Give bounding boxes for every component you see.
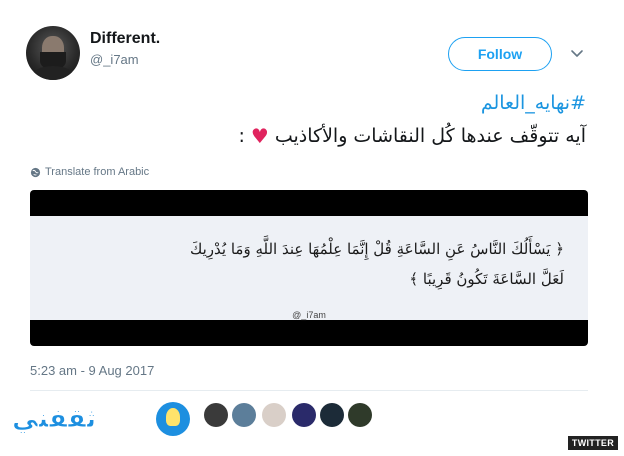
liker-avatar[interactable] <box>292 403 316 427</box>
lightbulb-glow <box>166 408 180 426</box>
hashtag-link[interactable]: #نهايه_العالم <box>481 92 586 114</box>
avatar[interactable] <box>26 26 80 80</box>
liker-avatar[interactable] <box>262 403 286 427</box>
avatar-body <box>32 66 74 80</box>
tweet-timestamp[interactable]: 5:23 am - 9 Aug 2017 <box>30 363 154 378</box>
source-badge: TWITTER <box>567 436 618 450</box>
liker-avatar[interactable] <box>204 403 228 427</box>
display-name[interactable]: Different. <box>90 30 160 48</box>
image-watermark: @_i7am <box>292 310 326 320</box>
tweet-text-trailing: : <box>238 125 245 147</box>
translate-label: Translate from Arabic <box>45 166 150 178</box>
translate-link[interactable]: Translate from Arabic <box>30 166 149 178</box>
site-logo-text: ثقفني <box>11 404 97 435</box>
verse-line-1: ﴿ يَسْأَلُكَ النَّاسُ عَنِ السَّاعَةِ قُ… <box>189 240 564 258</box>
globe-icon <box>30 167 41 177</box>
divider <box>30 390 588 391</box>
liker-avatar[interactable] <box>320 403 344 427</box>
user-handle[interactable]: @_i7am <box>90 52 139 67</box>
chevron-down-icon[interactable] <box>570 46 584 60</box>
tweet-text-body: آيه تتوقّف عندها كُل النقاشات والأكاذيب <box>274 125 586 147</box>
liker-avatar[interactable] <box>348 403 372 427</box>
image-text-band <box>30 216 588 320</box>
follow-button[interactable]: Follow <box>448 37 552 71</box>
tweet-card: Different. @_i7am Follow #نهايه_العالم آ… <box>0 0 624 456</box>
verse-line-2: لَعَلَّ السَّاعَةَ تَكُونُ قَرِيبًا ﴾ <box>409 270 564 288</box>
liker-avatar[interactable] <box>232 403 256 427</box>
tweet-image[interactable]: ﴿ يَسْأَلُكَ النَّاسُ عَنِ السَّاعَةِ قُ… <box>30 190 588 346</box>
heart-emoji: ♥ <box>250 124 269 148</box>
tweet-text: آيه تتوقّف عندها كُل النقاشات والأكاذيب … <box>239 124 587 148</box>
